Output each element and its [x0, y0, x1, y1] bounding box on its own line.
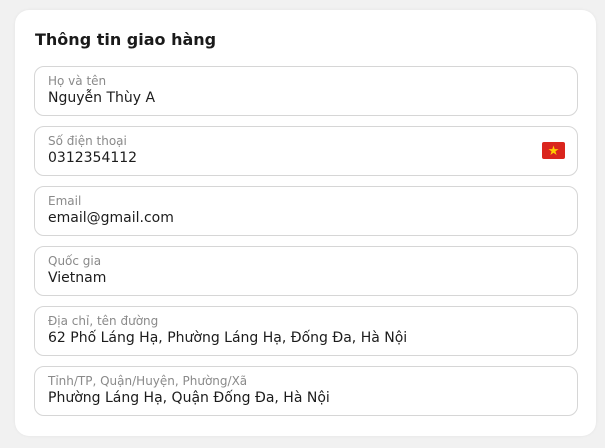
full-name-field[interactable]: Họ và tên Nguyễn Thùy A — [34, 66, 578, 116]
flag-star-icon — [548, 145, 559, 155]
phone-value[interactable]: 0312354112 — [48, 150, 137, 166]
region-field[interactable]: Tỉnh/TP, Quận/Huyện, Phường/Xã Phường Lá… — [34, 366, 578, 416]
email-field[interactable]: Email email@gmail.com — [34, 186, 578, 236]
phone-field[interactable]: Số điện thoại 0312354112 — [34, 126, 578, 176]
full-name-label: Họ và tên — [48, 74, 107, 88]
shipping-info-card: Thông tin giao hàng Họ và tên Nguyễn Thù… — [15, 10, 596, 436]
email-label: Email — [48, 194, 82, 208]
email-value[interactable]: email@gmail.com — [48, 210, 174, 226]
region-label: Tỉnh/TP, Quận/Huyện, Phường/Xã — [48, 374, 248, 388]
country-label: Quốc gia — [48, 254, 102, 268]
country-value[interactable]: Vietnam — [48, 270, 106, 286]
country-field[interactable]: Quốc gia Vietnam — [34, 246, 578, 296]
street-address-field[interactable]: Địa chỉ, tên đường 62 Phố Láng Hạ, Phườn… — [34, 306, 578, 356]
street-address-label: Địa chỉ, tên đường — [48, 314, 159, 328]
vietnam-flag-icon[interactable] — [542, 142, 565, 159]
phone-label: Số điện thoại — [48, 134, 127, 148]
form-title: Thông tin giao hàng — [35, 30, 217, 49]
region-value[interactable]: Phường Láng Hạ, Quận Đống Đa, Hà Nội — [48, 390, 330, 406]
street-address-value[interactable]: 62 Phố Láng Hạ, Phường Láng Hạ, Đống Đa,… — [48, 330, 407, 346]
full-name-value[interactable]: Nguyễn Thùy A — [48, 90, 155, 106]
